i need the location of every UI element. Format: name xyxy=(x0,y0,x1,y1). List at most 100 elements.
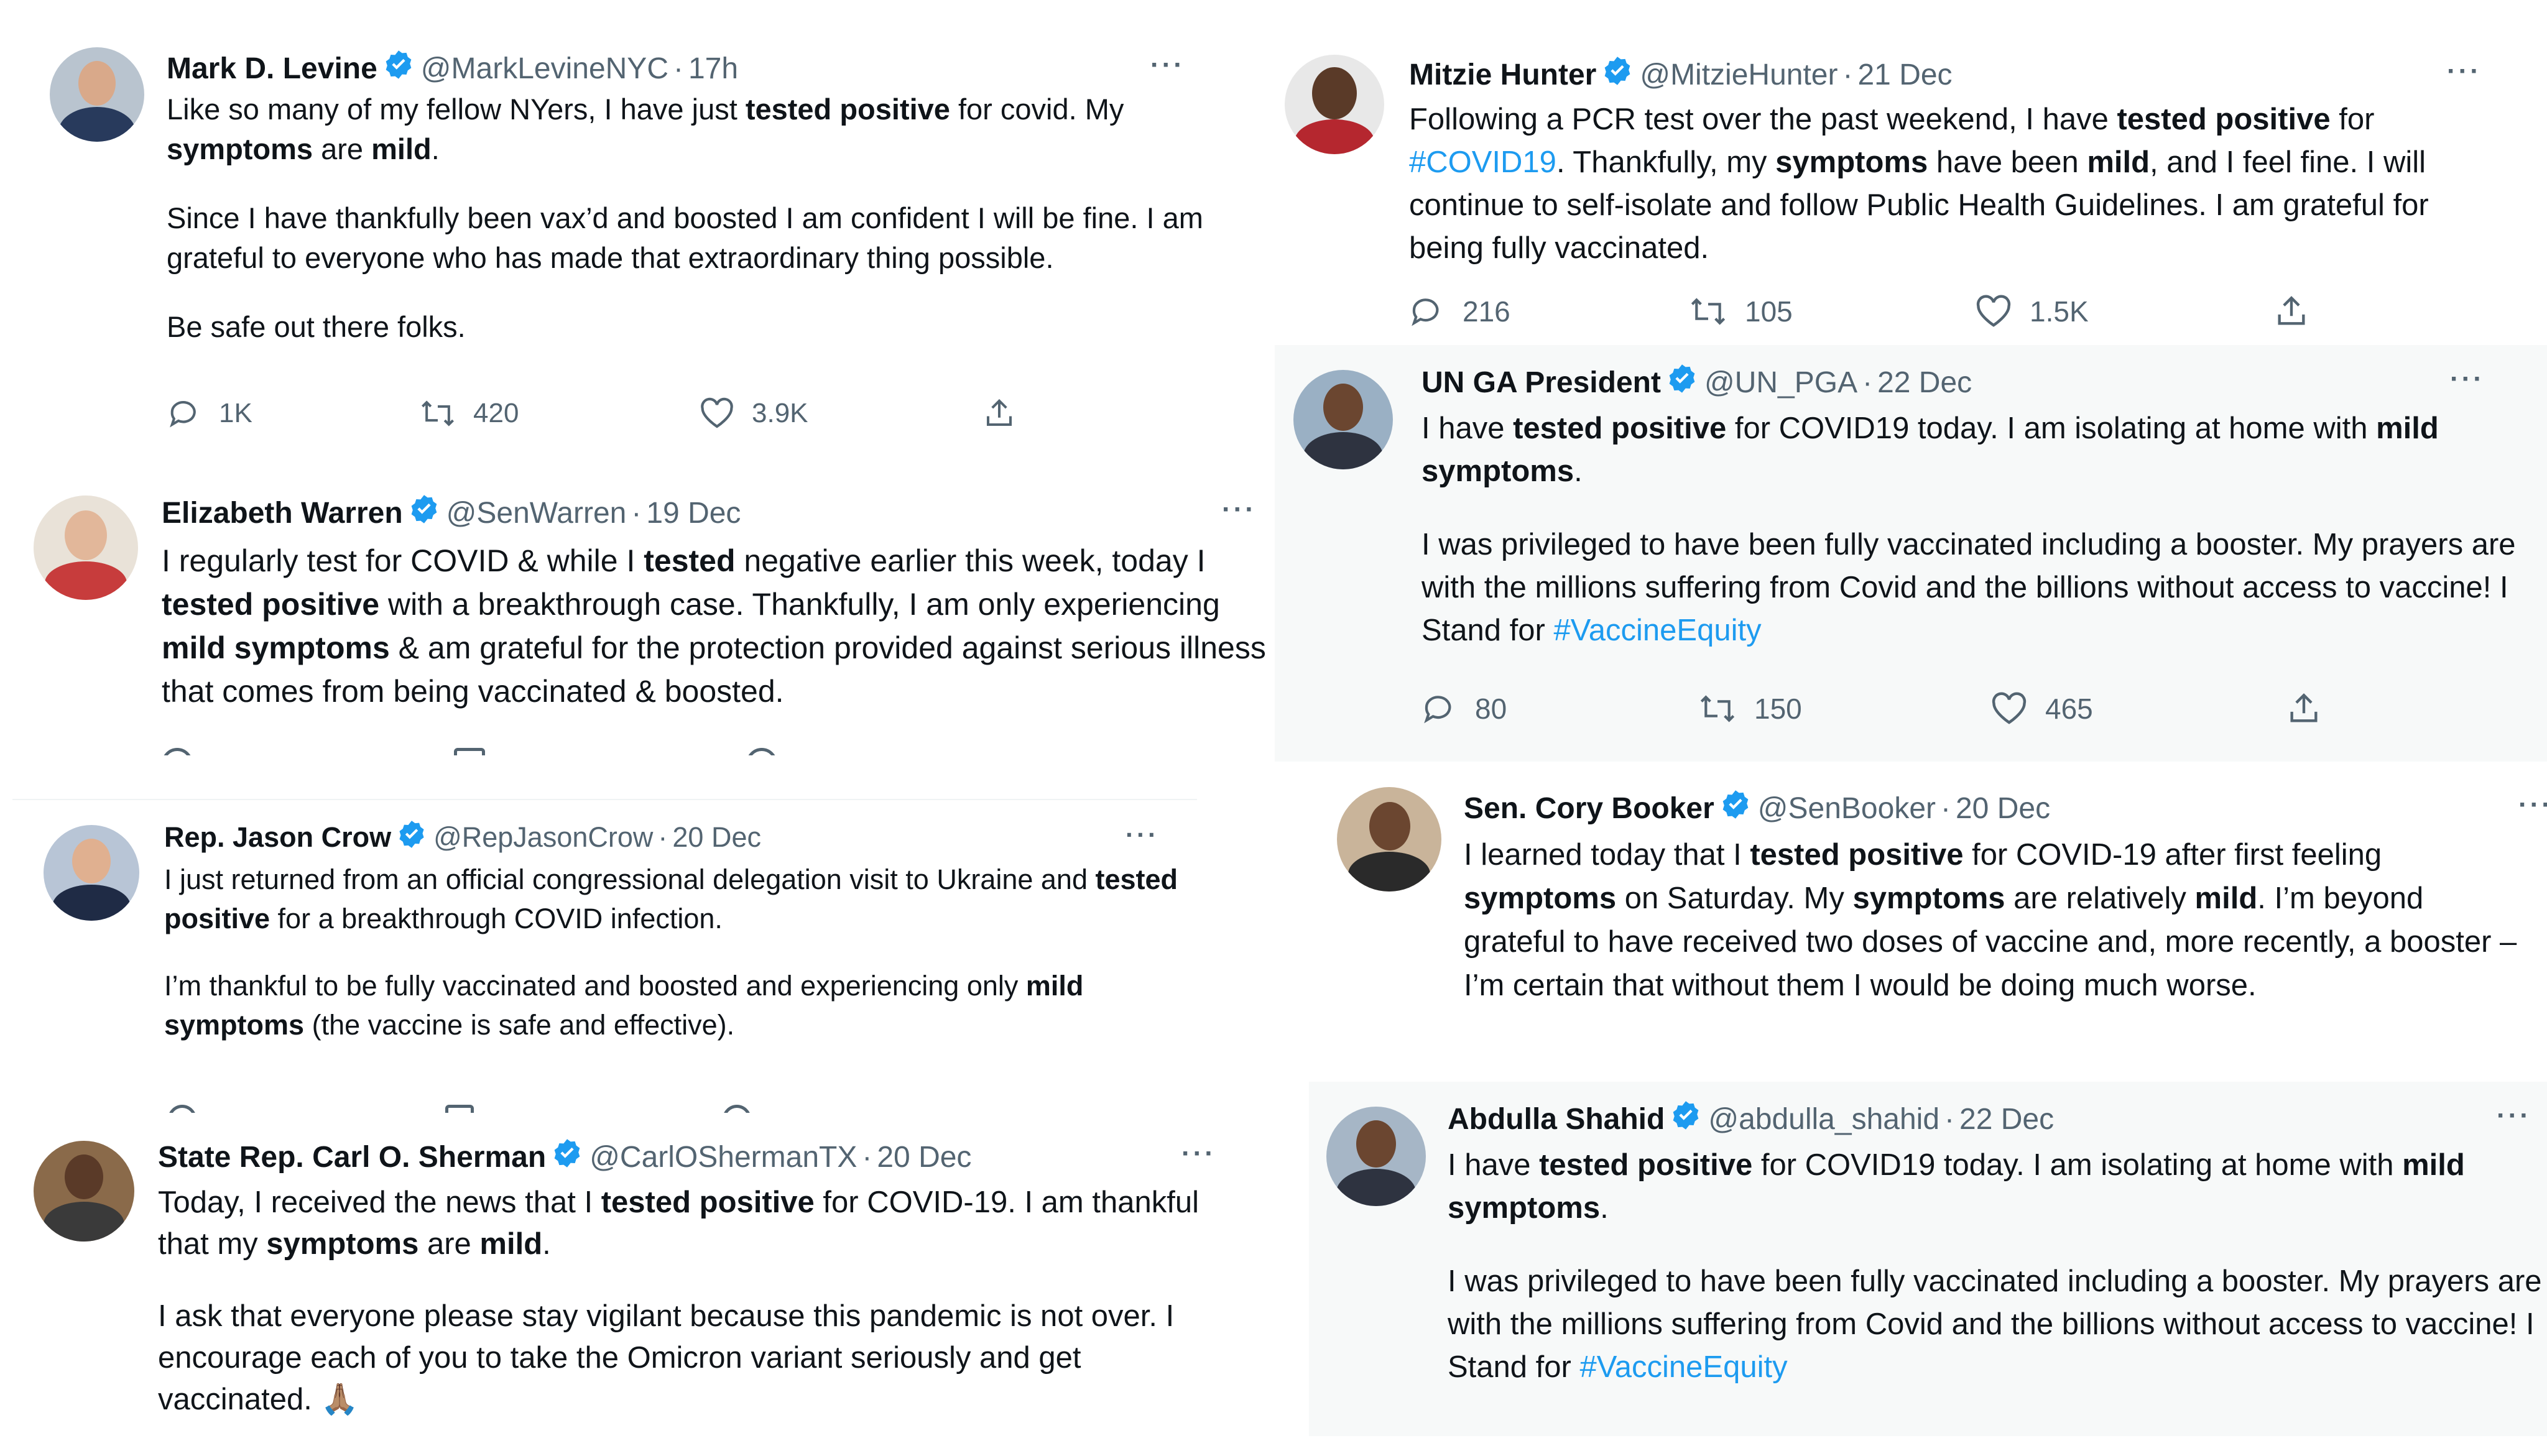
author-handle[interactable]: @RepJasonCrow xyxy=(433,821,653,854)
heart-icon xyxy=(1992,692,2027,724)
author-handle[interactable]: @abdulla_shahid xyxy=(1708,1102,1939,1136)
tweet-jason-crow[interactable]: Rep. Jason Crow @RepJasonCrow · 20 Dec ·… xyxy=(12,799,1197,1113)
timestamp[interactable]: 20 Dec xyxy=(1956,791,2050,826)
tweet-elizabeth-warren[interactable]: Elizabeth Warren @SenWarren · 19 Dec ···… xyxy=(6,469,1269,755)
author-handle[interactable]: @MitzieHunter xyxy=(1640,58,1837,92)
verified-badge-icon xyxy=(1719,788,1752,828)
more-options-icon[interactable]: ··· xyxy=(1150,50,1185,81)
hashtag-link[interactable]: #VaccineEquity xyxy=(1579,1350,1787,1384)
retweet-button[interactable]: 105 xyxy=(1689,294,1975,329)
hashtag-link[interactable]: #COVID19 xyxy=(1409,145,1556,179)
author-name[interactable]: State Rep. Carl O. Sherman xyxy=(158,1140,546,1174)
heart-icon xyxy=(701,397,733,428)
paragraph-2: I was privileged to have been fully vacc… xyxy=(1421,528,2516,647)
like-count: 3.9K xyxy=(752,398,808,428)
separator: · xyxy=(658,821,668,853)
tweet-text: Today, I received the news that I tested… xyxy=(158,1182,1240,1421)
more-options-icon[interactable]: ··· xyxy=(1181,1138,1216,1169)
praying-hands-emoji: 🙏🏽 xyxy=(320,1383,359,1416)
avatar[interactable] xyxy=(1337,787,1441,892)
tweet-carl-sherman[interactable]: State Rep. Carl O. Sherman @CarlOSherman… xyxy=(6,1116,1250,1456)
like-count: 1.5K xyxy=(2030,295,2089,328)
hashtag-link[interactable]: #VaccineEquity xyxy=(1553,614,1761,647)
more-options-icon[interactable]: ··· xyxy=(2518,790,2547,821)
author-name[interactable]: Mark D. Levine xyxy=(167,52,377,86)
reply-button[interactable]: 1K xyxy=(168,397,420,430)
avatar[interactable] xyxy=(50,47,144,142)
verified-badge-icon xyxy=(551,1137,583,1177)
paragraph-1: Today, I received the news that I tested… xyxy=(158,1186,1199,1261)
timestamp[interactable]: 20 Dec xyxy=(877,1140,971,1174)
reply-count: 1K xyxy=(219,398,252,428)
reply-icon xyxy=(1412,298,1439,326)
tweet-header: Rep. Jason Crow @RepJasonCrow · 20 Dec xyxy=(164,820,761,855)
share-button[interactable] xyxy=(982,397,1016,430)
retweet-button[interactable]: 150 xyxy=(1698,691,1990,726)
like-count: 465 xyxy=(2045,693,2093,725)
timestamp[interactable]: 19 Dec xyxy=(646,496,741,530)
more-options-icon[interactable]: ··· xyxy=(2497,1100,2531,1131)
tweet-text: I learned today that I tested positive f… xyxy=(1464,833,2533,1007)
author-handle[interactable]: @MarkLevineNYC xyxy=(421,52,668,86)
tweet-actions: 80 150 465 xyxy=(1421,691,2322,727)
avatar[interactable] xyxy=(44,825,139,921)
author-name[interactable]: UN GA President xyxy=(1421,366,1661,400)
tweet-un-ga-president[interactable]: UN GA President @UN_PGA · 22 Dec ··· I h… xyxy=(1275,345,2547,762)
tweet-header: Abdulla Shahid @abdulla_shahid · 22 Dec xyxy=(1448,1100,2054,1138)
tweet-text: I have tested positive for COVID19 today… xyxy=(1448,1144,2542,1389)
paragraph-1: Following a PCR test over the past weeke… xyxy=(1409,103,2429,265)
tweet-text: I have tested positive for COVID19 today… xyxy=(1421,407,2535,652)
author-handle[interactable]: @SenBooker xyxy=(1758,791,1936,826)
tweet-header: Mitzie Hunter @MitzieHunter · 21 Dec xyxy=(1409,56,1953,93)
retweet-icon xyxy=(1691,298,1726,325)
paragraph-1: I have tested positive for COVID19 today… xyxy=(1448,1148,2465,1225)
verified-badge-icon xyxy=(1670,1099,1702,1139)
separator: · xyxy=(1941,791,1951,825)
author-name[interactable]: Elizabeth Warren xyxy=(162,496,403,530)
tweet-mitzie-hunter[interactable]: Mitzie Hunter @MitzieHunter · 21 Dec ···… xyxy=(1269,25,2543,339)
author-handle[interactable]: @UN_PGA xyxy=(1704,366,1857,400)
author-name[interactable]: Rep. Jason Crow xyxy=(164,821,391,854)
avatar[interactable] xyxy=(34,495,138,600)
paragraph-2: I ask that everyone please stay vigilant… xyxy=(158,1299,1175,1416)
avatar[interactable] xyxy=(1285,55,1384,154)
reply-button[interactable]: 216 xyxy=(1409,294,1689,329)
author-handle[interactable]: @CarlOShermanTX xyxy=(589,1140,857,1174)
more-options-icon[interactable]: ··· xyxy=(1222,494,1257,525)
paragraph-1: Like so many of my fellow NYers, I have … xyxy=(167,93,1124,165)
more-options-icon[interactable]: ··· xyxy=(2450,364,2485,395)
author-name[interactable]: Sen. Cory Booker xyxy=(1464,791,1714,826)
reply-button[interactable]: 80 xyxy=(1421,691,1698,726)
timestamp[interactable]: 22 Dec xyxy=(1877,366,1972,400)
verified-badge-icon xyxy=(408,493,440,533)
separator: · xyxy=(1944,1102,1954,1136)
author-handle[interactable]: @SenWarren xyxy=(446,496,627,530)
timestamp[interactable]: 17h xyxy=(688,52,738,86)
like-button[interactable]: 465 xyxy=(1990,692,2286,726)
timestamp[interactable]: 20 Dec xyxy=(672,821,761,854)
share-icon xyxy=(2278,296,2305,325)
retweet-count: 150 xyxy=(1754,693,1802,725)
tweet-mark-levine[interactable]: Mark D. Levine @MarkLevineNYC · 17h ··· … xyxy=(12,19,1206,451)
retweet-button[interactable]: 420 xyxy=(420,397,700,430)
avatar[interactable] xyxy=(1326,1107,1426,1206)
more-options-icon[interactable]: ··· xyxy=(2447,56,2482,87)
reply-count: 80 xyxy=(1475,693,1507,725)
author-name[interactable]: Abdulla Shahid xyxy=(1448,1102,1665,1136)
timestamp[interactable]: 22 Dec xyxy=(1959,1102,2054,1136)
tweet-actions: 216 105 1.5K xyxy=(1409,293,2309,329)
avatar[interactable] xyxy=(1293,370,1393,469)
timestamp[interactable]: 21 Dec xyxy=(1857,58,1952,92)
tweet-text: Following a PCR test over the past weeke… xyxy=(1409,98,2503,270)
like-button[interactable]: 3.9K xyxy=(700,397,982,430)
like-button[interactable]: 1.5K xyxy=(1975,295,2273,328)
share-button[interactable] xyxy=(2273,293,2309,329)
avatar[interactable] xyxy=(34,1141,134,1242)
share-button[interactable] xyxy=(2286,691,2322,727)
more-options-icon[interactable]: ··· xyxy=(1126,820,1159,850)
author-name[interactable]: Mitzie Hunter xyxy=(1409,58,1596,92)
tweet-header: Mark D. Levine @MarkLevineNYC · 17h xyxy=(167,50,738,87)
tweet-cory-booker[interactable]: Sen. Cory Booker @SenBooker · 20 Dec ···… xyxy=(1275,765,2547,1063)
tweet-abdulla-shahid[interactable]: Abdulla Shahid @abdulla_shahid · 22 Dec … xyxy=(1309,1082,2547,1436)
tweet-text: Like so many of my fellow NYers, I have … xyxy=(167,90,1206,347)
